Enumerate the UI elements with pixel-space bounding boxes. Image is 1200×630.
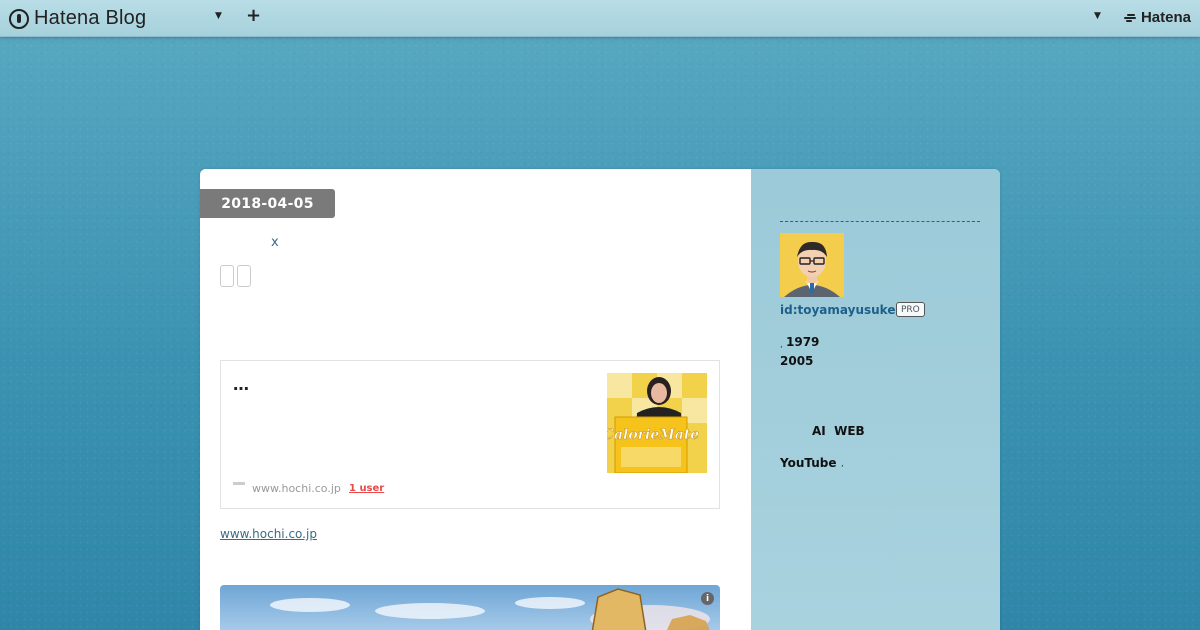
info-icon[interactable]: i — [701, 592, 714, 605]
embed-title: … — [233, 375, 249, 394]
profile-text-youtube: YouTube — [780, 456, 837, 470]
hatena-blog-logo[interactable]: Hatena Blog — [9, 7, 146, 30]
main-column: 2018-04-05 x … CalorieMate www.hochi.co.… — [200, 169, 751, 630]
user-menu-caret-icon[interactable]: ▼ — [1094, 11, 1101, 21]
profile-text-since: 2005 — [780, 354, 814, 368]
embed-thumbnail: CalorieMate — [607, 373, 707, 473]
entry-date[interactable]: 2018-04-05 — [200, 189, 335, 218]
hatena-blog-icon — [9, 8, 29, 29]
blog-card: 2018-04-05 x … CalorieMate www.hochi.co.… — [200, 169, 1000, 630]
svg-text:CalorieMate: CalorieMate — [607, 427, 699, 443]
entry-title[interactable]: x — [271, 235, 279, 250]
entry-image: i — [220, 585, 720, 630]
embed-domain: www.hochi.co.jp — [252, 482, 341, 495]
source-link[interactable]: www.hochi.co.jp — [220, 527, 317, 541]
embed-favicon-icon — [233, 482, 245, 485]
hatena-mark-icon — [1123, 13, 1138, 23]
profile-text-youtube-comma: , — [841, 459, 844, 469]
pro-badge: PRO — [896, 302, 925, 317]
profile-text-year: 1979 — [786, 335, 820, 349]
embed-card[interactable]: … CalorieMate www.hochi.co.jp 1 user — [220, 360, 720, 509]
hatena-logo[interactable]: Hatena — [1123, 9, 1191, 26]
avatar[interactable] — [780, 233, 844, 297]
share-button[interactable] — [237, 265, 251, 287]
share-button[interactable] — [220, 265, 234, 287]
profile-text-comma: , — [780, 340, 783, 350]
profile-text-interest: AI WEB — [812, 424, 865, 438]
blog-menu-caret-icon[interactable]: ▼ — [215, 11, 222, 21]
bookmark-users-link[interactable]: 1 user — [349, 483, 384, 494]
sidebar: id:toyamayusuke PRO , 1979 2005 AI WEB Y… — [751, 169, 1000, 630]
new-entry-plus-icon[interactable]: + — [246, 5, 261, 26]
hatena-logo-text: Hatena — [1140, 9, 1191, 26]
global-header: Hatena Blog ▼ + ▼ Hatena — [0, 0, 1200, 37]
sidebar-divider — [780, 221, 980, 222]
brand-text: Hatena Blog — [34, 7, 147, 29]
share-buttons — [220, 265, 251, 287]
profile-id-link[interactable]: id:toyamayusuke — [780, 303, 895, 317]
